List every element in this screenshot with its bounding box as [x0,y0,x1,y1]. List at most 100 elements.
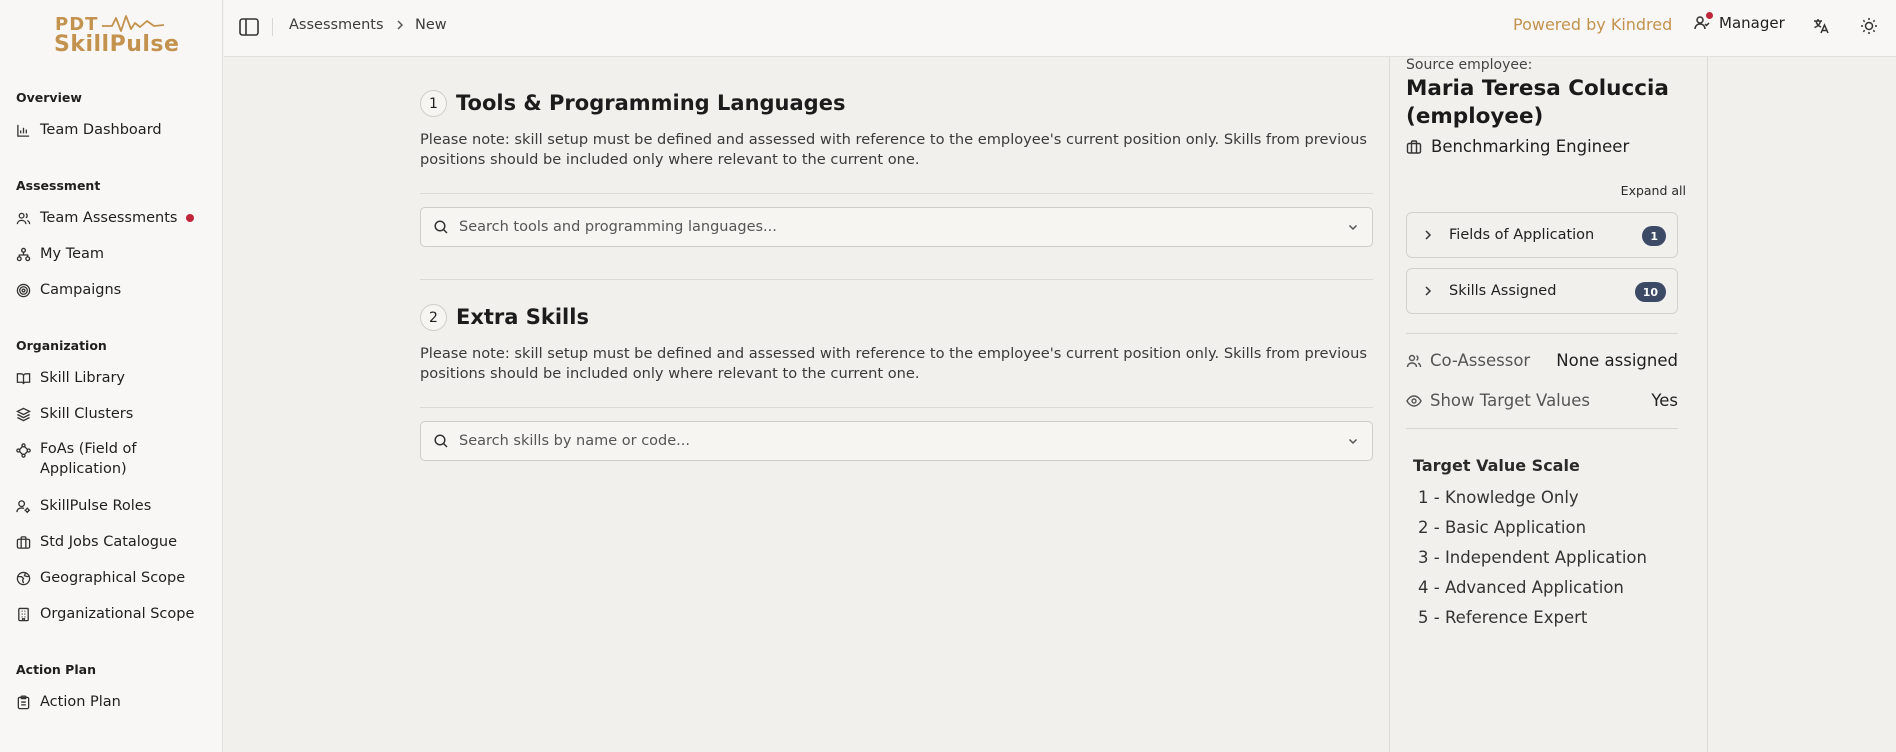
powered-by-label[interactable]: Powered by Kindred [1513,15,1672,34]
divider [1406,333,1678,334]
count-badge: 1 [1642,226,1666,246]
sidebar-item-label: Team Dashboard [40,122,162,138]
section-title-tools: Tools & Programming Languages [456,91,846,115]
waypoints-icon [16,443,31,458]
breadcrumb-new: New [415,17,447,33]
scale-item: 5 - Reference Expert [1418,608,1588,627]
sidebar-item-label: SkillPulse Roles [40,498,152,514]
sidebar-item-foas[interactable]: FoAs (Field of Application) [16,439,150,479]
role-label: Manager [1719,14,1785,32]
user-role-icon [1693,12,1713,32]
show-target-value: Yes [1651,391,1678,410]
tools-search-input[interactable]: Search tools and programming languages..… [420,207,1373,247]
accordion-label: Fields of Application [1449,227,1595,243]
users-icon [1406,354,1422,367]
breadcrumb-assessments[interactable]: Assessments [289,17,384,33]
globe-icon [16,571,31,586]
bar-chart-icon [16,123,31,138]
sidebar-item-geographical-scope[interactable]: Geographical Scope [16,567,185,589]
chevron-right-icon [1425,230,1432,240]
sidebar-item-label: Skill Library [40,370,125,386]
sidebar-item-label: My Team [40,246,105,262]
sidebar-item-organizational-scope[interactable]: Organizational Scope [16,603,194,625]
section-title-overview: Overview [16,90,82,105]
sidebar-item-label: Organizational Scope [40,606,195,622]
chevron-right-icon [1425,286,1432,296]
scale-item: 4 - Advanced Application [1418,578,1624,597]
scale-item: 2 - Basic Application [1418,518,1587,537]
skills-search-input[interactable]: Search skills by name or code... [420,421,1373,461]
briefcase-icon [1406,139,1422,154]
section-note: Please note: skill setup must be defined… [420,131,1367,168]
employee-panel: Source employee: Maria Teresa Coluccia (… [1389,57,1708,752]
logo[interactable]: PDT SkillPulse [54,14,179,57]
divider [420,279,1373,280]
show-target-label: Show Target Values [1430,391,1590,410]
scale-item: 3 - Independent Application [1418,548,1647,567]
expand-all-button[interactable]: Expand all [1621,183,1686,198]
search-placeholder: Search skills by name or code... [459,433,690,449]
search-icon [434,434,448,448]
section-title-organization: Organization [16,338,107,353]
theme-sun-icon[interactable] [1859,16,1879,36]
divider [272,18,273,36]
section-number: 2 [420,304,447,331]
sidebar-item-my-team[interactable]: My Team [16,243,104,265]
count-badge: 10 [1634,282,1666,302]
layers-icon [16,407,31,422]
accordion-fields-of-application[interactable]: Fields of Application 1 [1406,212,1678,258]
role-switcher-button[interactable]: Manager [1693,12,1785,32]
target-value-scale-title: Target Value Scale [1413,456,1580,475]
employee-name: Maria Teresa Coluccia (employee) [1406,76,1669,129]
co-assessor-value: None assigned [1556,351,1678,370]
section-title-action-plan: Action Plan [16,662,96,677]
sidebar-item-team-dashboard[interactable]: Team Dashboard [16,119,162,141]
accordion-skills-assigned[interactable]: Skills Assigned 10 [1406,268,1678,314]
section-title-assessment: Assessment [16,178,101,193]
sidebar-item-label: Std Jobs Catalogue [40,534,178,550]
translate-icon[interactable] [1811,16,1831,36]
sidebar-toggle-icon[interactable] [238,16,260,38]
network-icon [16,247,31,262]
sidebar-item-skill-library[interactable]: Skill Library [16,367,125,389]
show-target-values-row: Show Target Values Yes [1406,391,1678,410]
users-icon [16,211,31,226]
user-cog-icon [16,499,31,514]
sidebar-item-label: Skill Clusters [40,406,134,422]
sidebar-item-label: Geographical Scope [40,570,186,586]
chevron-down-icon[interactable] [1346,220,1360,234]
search-icon [434,220,448,234]
pulse-wave-icon [102,15,164,32]
section-title-extra-skills: Extra Skills [456,305,589,329]
section-number: 1 [420,90,447,117]
source-employee-label: Source employee: [1406,57,1533,73]
section-note: Please note: skill setup must be defined… [420,345,1367,382]
chevron-down-icon[interactable] [1346,434,1360,448]
sidebar: PDT SkillPulse Overview Team Dashboard A… [0,0,223,752]
sidebar-item-campaigns[interactable]: Campaigns [16,279,121,301]
book-icon [16,371,31,386]
sidebar-item-label: Campaigns [40,282,122,298]
sidebar-item-action-plan[interactable]: Action Plan [16,691,121,713]
sidebar-item-team-assessments[interactable]: Team Assessments [16,207,195,229]
sidebar-item-skillpulse-roles[interactable]: SkillPulse Roles [16,495,151,517]
briefcase-icon [16,535,31,550]
logo-line2: SkillPulse [54,32,180,57]
clipboard-icon [16,694,31,710]
building-icon [16,607,31,622]
co-assessor-label: Co-Assessor [1430,351,1531,370]
notification-dot [186,214,195,222]
sidebar-item-skill-clusters[interactable]: Skill Clusters [16,403,133,425]
employee-position: Benchmarking Engineer [1406,137,1629,156]
divider [1406,428,1678,429]
search-placeholder: Search tools and programming languages..… [459,219,777,235]
accordion-label: Skills Assigned [1449,283,1557,299]
chevron-right-icon [397,20,404,30]
sidebar-item-label: Action Plan [40,694,121,710]
position-label: Benchmarking Engineer [1431,137,1630,156]
co-assessor-row: Co-Assessor None assigned [1406,351,1678,370]
scale-item: 1 - Knowledge Only [1418,488,1579,507]
sidebar-item-std-jobs-catalogue[interactable]: Std Jobs Catalogue [16,531,177,553]
sidebar-item-label: Team Assessments [40,210,178,226]
eye-icon [1406,394,1422,407]
